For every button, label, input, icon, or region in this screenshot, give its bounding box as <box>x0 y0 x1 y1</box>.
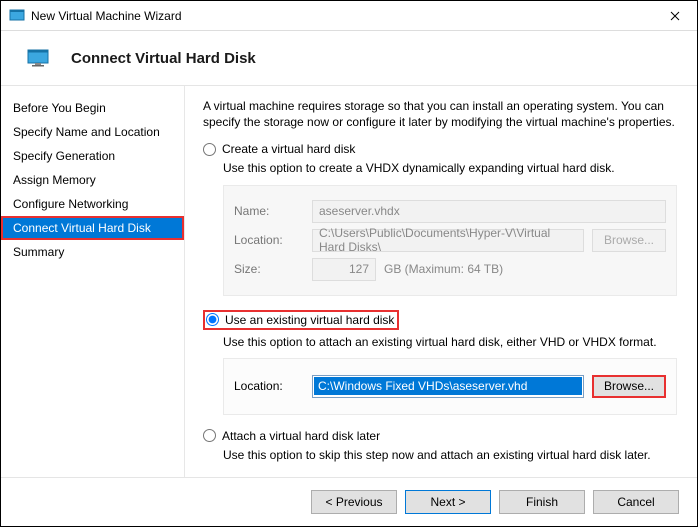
radio-existing-input[interactable] <box>206 313 219 326</box>
radio-existing-label: Use an existing virtual hard disk <box>225 313 394 327</box>
browse-button[interactable]: Browse... <box>592 375 666 398</box>
existing-location-label: Location: <box>234 379 304 393</box>
page-header: Connect Virtual Hard Disk <box>1 31 697 85</box>
wizard-body: Before You Begin Specify Name and Locati… <box>1 85 697 477</box>
steps-sidebar: Before You Begin Specify Name and Locati… <box>1 86 185 477</box>
radio-create-vhd[interactable]: Create a virtual hard disk <box>203 142 679 156</box>
previous-button[interactable]: < Previous <box>311 490 397 514</box>
existing-group: Location: C:\Windows Fixed VHDs\aseserve… <box>223 358 677 415</box>
location-label: Location: <box>234 233 304 247</box>
radio-create-input[interactable] <box>203 143 216 156</box>
later-desc: Use this option to skip this step now an… <box>223 447 679 463</box>
name-label: Name: <box>234 204 304 218</box>
create-group: Name: aseserver.vhdx Location: C:\Users\… <box>223 185 677 296</box>
intro-text: A virtual machine requires storage so th… <box>203 98 679 130</box>
step-connect-vhd[interactable]: Connect Virtual Hard Disk <box>1 216 184 240</box>
cancel-button[interactable]: Cancel <box>593 490 679 514</box>
step-specify-generation[interactable]: Specify Generation <box>1 144 184 168</box>
close-button[interactable] <box>652 1 697 30</box>
next-button[interactable]: Next > <box>405 490 491 514</box>
finish-button[interactable]: Finish <box>499 490 585 514</box>
radio-later-input[interactable] <box>203 429 216 442</box>
size-field: 127 <box>312 258 376 281</box>
option-create-vhd: Create a virtual hard disk Use this opti… <box>203 142 679 295</box>
radio-later[interactable]: Attach a virtual hard disk later <box>203 429 679 443</box>
step-before-you-begin[interactable]: Before You Begin <box>1 96 184 120</box>
wizard-footer: < Previous Next > Finish Cancel <box>1 477 697 526</box>
option-later: Attach a virtual hard disk later Use thi… <box>203 429 679 463</box>
wizard-icon <box>9 8 25 24</box>
existing-desc: Use this option to attach an existing vi… <box>223 334 679 350</box>
radio-existing-vhd[interactable]: Use an existing virtual hard disk <box>203 310 399 330</box>
main-panel: A virtual machine requires storage so th… <box>185 86 697 477</box>
wizard-window: New Virtual Machine Wizard Connect Virtu… <box>0 0 698 527</box>
close-icon <box>670 11 680 21</box>
radio-create-label: Create a virtual hard disk <box>222 142 355 156</box>
window-title: New Virtual Machine Wizard <box>31 9 652 23</box>
existing-location-value: C:\Windows Fixed VHDs\aseserver.vhd <box>314 377 582 395</box>
name-field: aseserver.vhdx <box>312 200 666 223</box>
option-existing-vhd: Use an existing virtual hard disk Use th… <box>203 310 679 415</box>
browse-button-disabled: Browse... <box>592 229 666 252</box>
radio-later-label: Attach a virtual hard disk later <box>222 429 380 443</box>
size-unit: GB (Maximum: 64 TB) <box>384 262 503 276</box>
titlebar: New Virtual Machine Wizard <box>1 1 697 31</box>
create-desc: Use this option to create a VHDX dynamic… <box>223 160 679 176</box>
step-configure-networking[interactable]: Configure Networking <box>1 192 184 216</box>
step-summary[interactable]: Summary <box>1 240 184 264</box>
location-field: C:\Users\Public\Documents\Hyper-V\Virtua… <box>312 229 584 252</box>
monitor-icon <box>27 49 49 67</box>
size-label: Size: <box>234 262 304 276</box>
page-title: Connect Virtual Hard Disk <box>71 50 256 67</box>
step-assign-memory[interactable]: Assign Memory <box>1 168 184 192</box>
existing-location-field[interactable]: C:\Windows Fixed VHDs\aseserver.vhd <box>312 375 584 398</box>
step-specify-name[interactable]: Specify Name and Location <box>1 120 184 144</box>
